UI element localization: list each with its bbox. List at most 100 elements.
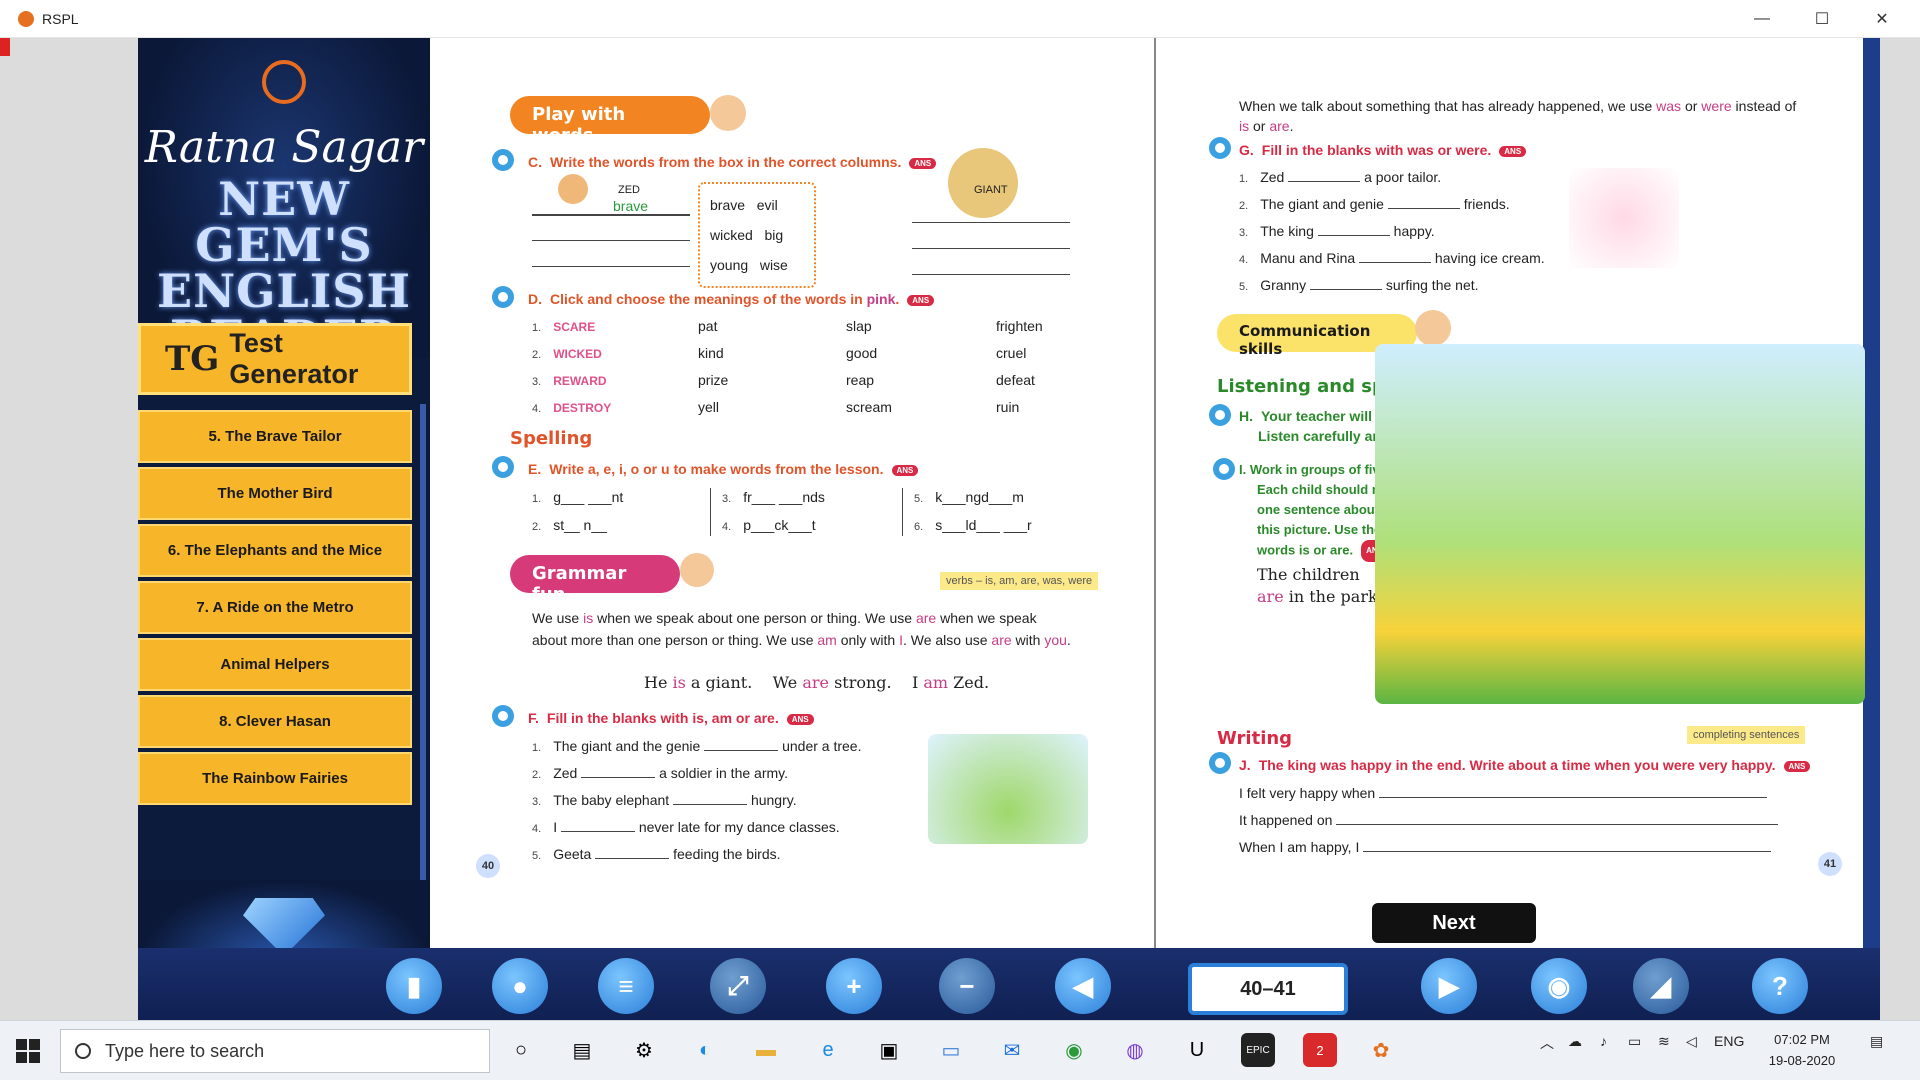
speaker-icon[interactable] [1213, 458, 1235, 480]
file-explorer-icon[interactable]: ▬ [749, 1033, 783, 1067]
zed-line-3[interactable] [532, 266, 690, 267]
rspl-app-icon[interactable]: ✿ [1364, 1033, 1398, 1067]
giant-line-2[interactable] [912, 248, 1070, 249]
spell-item[interactable]: 4. p___ck___t [722, 517, 816, 533]
spell-item[interactable]: 2. st__ n__ [532, 517, 607, 533]
minimize-button[interactable]: — [1734, 0, 1790, 38]
chapter-item[interactable]: 8. Clever Hasan [138, 695, 412, 748]
task-view-icon[interactable]: ▤ [565, 1033, 599, 1067]
zed-line-1[interactable] [532, 214, 690, 216]
speaker-icon[interactable] [1209, 752, 1231, 774]
meaning-option[interactable]: slap [846, 318, 872, 334]
notification-app-icon[interactable]: 2 [1303, 1033, 1337, 1067]
blank-input[interactable] [595, 845, 670, 859]
speaker-icon[interactable] [492, 149, 514, 171]
remote-desktop-icon[interactable]: ▭ [934, 1033, 968, 1067]
meaning-option[interactable]: reap [846, 372, 874, 388]
wifi-icon[interactable]: ≋ [1658, 1033, 1670, 1050]
blank-input[interactable] [1359, 249, 1432, 263]
chapter-item[interactable]: The Mother Bird [138, 467, 412, 520]
test-generator-button[interactable]: TG Test Generator [138, 323, 412, 395]
speaker-icon[interactable] [492, 705, 514, 727]
writing-input[interactable] [1379, 784, 1768, 798]
page-range-box[interactable]: 40–41 [1188, 963, 1348, 1015]
chapter-item[interactable]: 7. A Ride on the Metro [138, 581, 412, 634]
meaning-option[interactable]: defeat [996, 372, 1035, 388]
ans-button[interactable]: ANS [1499, 145, 1527, 157]
meaning-option[interactable]: cruel [996, 345, 1026, 361]
speaker-icon[interactable] [492, 456, 514, 478]
speaker-icon[interactable] [1209, 404, 1231, 426]
blank-input[interactable] [704, 737, 779, 751]
mic-tray-icon[interactable]: ♪ [1600, 1033, 1607, 1049]
volume-icon[interactable]: ◁ [1686, 1033, 1697, 1050]
sidebar-scrollbar[interactable] [420, 404, 426, 894]
torch-icon[interactable]: ▮ [386, 958, 442, 1014]
settings-icon[interactable]: ⚙ [627, 1033, 661, 1067]
taskbar-search[interactable]: Type here to search [60, 1029, 490, 1073]
action-center-icon[interactable]: ▤ [1870, 1033, 1883, 1050]
tray-chevron-icon[interactable]: ︿ [1540, 1033, 1554, 1053]
ans-button[interactable]: ANS [909, 157, 937, 169]
eye-icon[interactable]: ◉ [1531, 958, 1587, 1014]
epic-games-icon[interactable]: EPIC [1241, 1033, 1275, 1067]
next-tooltip-button[interactable]: Next [1372, 903, 1536, 943]
giant-line-1[interactable] [912, 222, 1070, 223]
speaker-icon[interactable] [1209, 137, 1231, 159]
microphone-icon[interactable]: ● [492, 958, 548, 1014]
spell-item[interactable]: 6. s___ld___ ___r [914, 517, 1032, 533]
mail-icon[interactable]: ✉ [995, 1033, 1029, 1067]
meaning-option[interactable]: pat [698, 318, 717, 334]
meaning-option[interactable]: kind [698, 345, 724, 361]
clock[interactable]: 07:02 PM 19-08-2020 [1752, 1029, 1852, 1071]
prev-arrow-icon[interactable]: ◀ [1055, 958, 1111, 1014]
meaning-option[interactable]: frighten [996, 318, 1043, 334]
unreal-icon[interactable]: U [1180, 1033, 1214, 1067]
chapter-item[interactable]: The Rainbow Fairies [138, 752, 412, 805]
spell-item[interactable]: 1. g___ ___nt [532, 489, 623, 505]
help-icon[interactable]: ? [1752, 958, 1808, 1014]
blank-input[interactable] [1288, 168, 1361, 182]
list-icon[interactable]: ≡ [598, 958, 654, 1014]
maximize-button[interactable]: ☐ [1794, 0, 1850, 38]
ans-button[interactable]: ANS [786, 713, 814, 725]
chapter-item[interactable]: 6. The Elephants and the Mice [138, 524, 412, 577]
internet-explorer-icon[interactable]: e [811, 1033, 845, 1067]
close-button[interactable]: ✕ [1854, 0, 1910, 38]
blank-input[interactable] [1387, 195, 1460, 209]
cortana-icon[interactable]: ○ [504, 1033, 538, 1067]
chrome-icon[interactable]: ◉ [1057, 1033, 1091, 1067]
tor-browser-icon[interactable]: ◍ [1118, 1033, 1152, 1067]
zoom-in-icon[interactable]: + [826, 958, 882, 1014]
blank-input[interactable] [581, 764, 656, 778]
writing-input[interactable] [1336, 811, 1779, 825]
ans-button[interactable]: ANS [907, 294, 935, 306]
megaphone-icon[interactable]: ◢ [1633, 958, 1689, 1014]
store-icon[interactable]: ▣ [872, 1033, 906, 1067]
battery-icon[interactable]: ▭ [1628, 1033, 1641, 1050]
meaning-option[interactable]: good [846, 345, 877, 361]
blank-input[interactable] [673, 791, 748, 805]
onedrive-icon[interactable]: ☁ [1568, 1033, 1582, 1050]
zed-line-2[interactable] [532, 240, 690, 241]
meaning-option[interactable]: ruin [996, 399, 1019, 415]
writing-input[interactable] [1363, 838, 1772, 852]
meaning-option[interactable]: prize [698, 372, 728, 388]
blank-input[interactable] [1317, 222, 1390, 236]
giant-line-3[interactable] [912, 274, 1070, 275]
chapter-item[interactable]: Animal Helpers [138, 638, 412, 691]
spell-item[interactable]: 3. fr___ ___nds [722, 489, 825, 505]
meaning-option[interactable]: scream [846, 399, 892, 415]
spell-item[interactable]: 5. k___ngd___m [914, 489, 1024, 505]
zoom-out-icon[interactable]: − [939, 958, 995, 1014]
chapter-item[interactable]: 5. The Brave Tailor [138, 410, 412, 463]
fullscreen-icon[interactable]: ⤢ [710, 958, 766, 1014]
meaning-option[interactable]: yell [698, 399, 719, 415]
ans-button[interactable]: ANS [891, 464, 919, 476]
blank-input[interactable] [1310, 276, 1382, 290]
edge-icon[interactable]: ◐ [688, 1033, 722, 1067]
ans-button[interactable]: ANS [1783, 760, 1811, 772]
language-indicator[interactable]: ENG [1714, 1033, 1744, 1049]
speaker-icon[interactable] [492, 286, 514, 308]
start-icon[interactable] [16, 1039, 40, 1063]
